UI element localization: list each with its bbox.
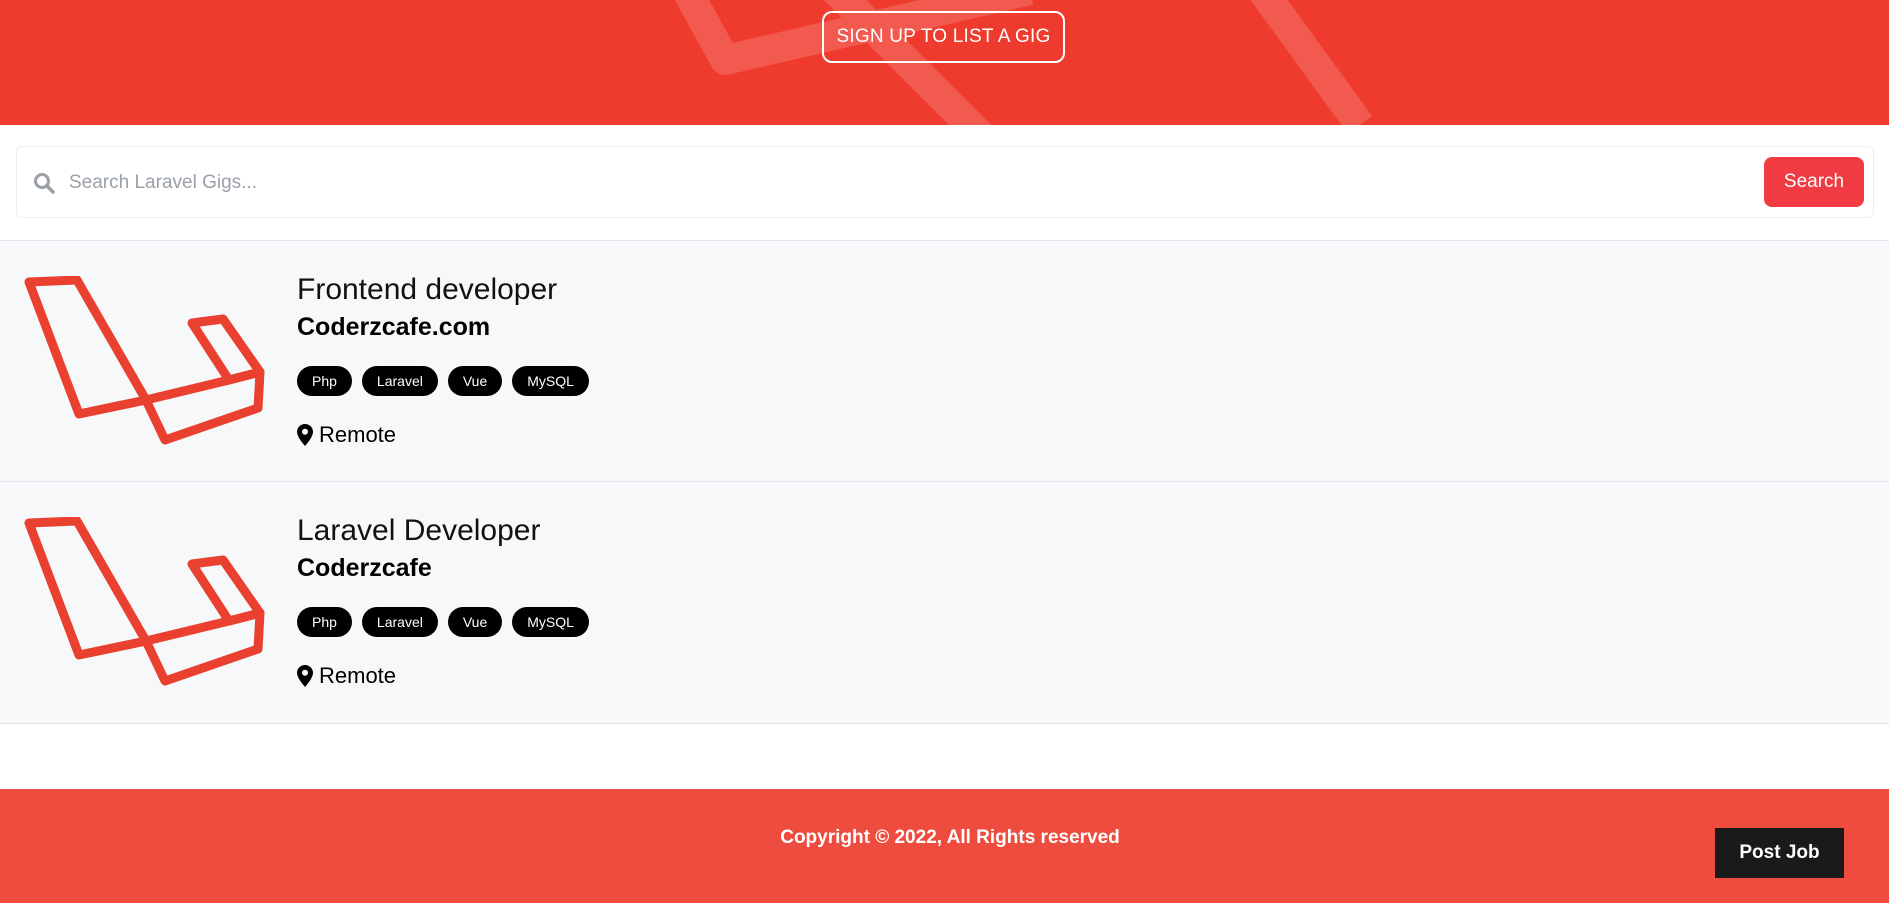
post-job-button[interactable]: Post Job [1715,828,1844,878]
tag-vue[interactable]: Vue [447,366,503,396]
location-label: Remote [319,422,397,447]
search-button[interactable]: Search [1764,157,1864,207]
search-input[interactable] [67,161,1471,205]
sign-up-list-gig-button[interactable]: SIGN UP TO LIST A GIG [822,11,1065,63]
tag-laravel[interactable]: Laravel [361,607,438,637]
tag-mysql[interactable]: MySQL [512,366,589,396]
tag-mysql[interactable]: MySQL [512,607,589,637]
footer: Copyright © 2022, All Rights reserved Po… [0,789,1889,903]
location-label: Remote [319,663,397,688]
gig-location: Remote [297,422,396,448]
search-icon [34,173,55,194]
tag-vue[interactable]: Vue [447,607,503,637]
location-pin-icon [297,665,313,687]
location-pin-icon [297,424,313,446]
laravel-logo [24,517,265,686]
tag-php[interactable]: Php [297,607,352,637]
gig-tags: Php Laravel Vue MySQL [297,607,589,637]
gig-tags: Php Laravel Vue MySQL [297,366,589,396]
laravel-logo [24,276,265,445]
tag-php[interactable]: Php [297,366,352,396]
hero-banner: SIGN UP TO LIST A GIG [0,0,1889,125]
search-form: Search [16,146,1874,218]
gig-company: Coderzcafe.com [297,313,491,341]
copyright-text: Copyright © 2022, All Rights reserved [780,827,1120,848]
gig-title[interactable]: Frontend developer [297,273,557,307]
tag-laravel[interactable]: Laravel [361,366,438,396]
gig-company: Coderzcafe [297,554,432,582]
gig-title[interactable]: Laravel Developer [297,514,540,548]
gig-location: Remote [297,663,396,689]
gig-card[interactable]: Laravel Developer Coderzcafe Php Laravel… [0,481,1889,724]
gig-card[interactable]: Frontend developer Coderzcafe.com Php La… [0,240,1889,481]
